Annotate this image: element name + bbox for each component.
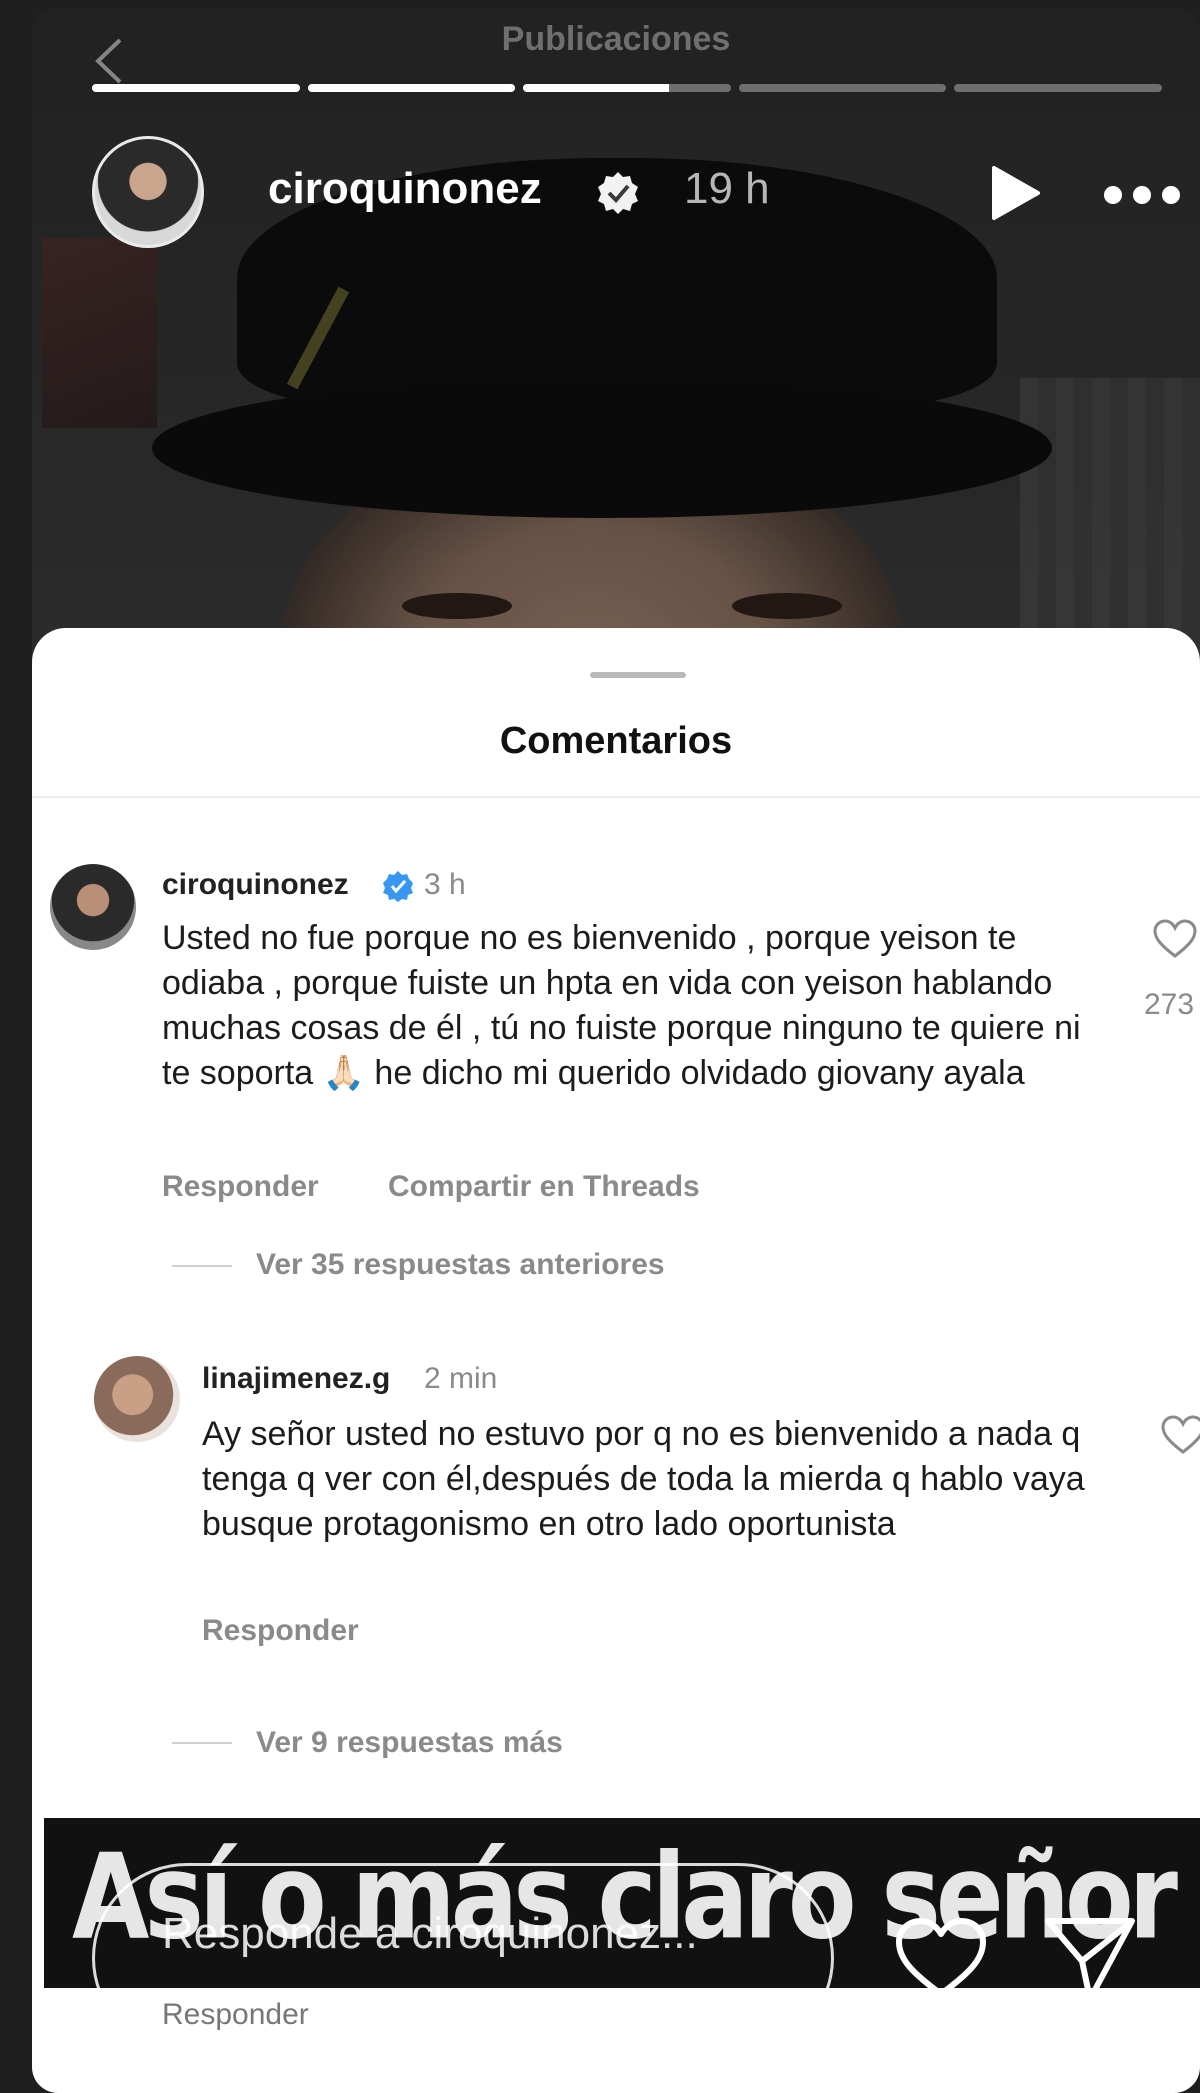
story-progress [92, 84, 1162, 92]
verified-badge-icon [383, 871, 413, 902]
faint-page-title: Publicaciones [501, 20, 731, 58]
story-header: ciroquinonez 19 h [92, 136, 1180, 256]
back-arrow-icon[interactable] [90, 36, 130, 86]
heart-icon[interactable] [1160, 1414, 1200, 1456]
reply-placeholder: Responde a ciroquinonez... [162, 1909, 698, 1958]
progress-segment [523, 84, 731, 92]
avatar[interactable] [92, 136, 204, 248]
story-time: 19 h [684, 164, 770, 213]
comment-text: Ay señor usted no estuvo por q no es bie… [202, 1415, 1085, 1543]
share-threads-button[interactable]: Compartir en Threads [388, 1170, 700, 1204]
progress-segment [307, 84, 516, 92]
comment-username[interactable]: linajimenez.g [202, 1362, 390, 1396]
progress-segment [92, 84, 300, 92]
divider [32, 796, 1200, 798]
sheet-title: Comentarios [499, 720, 733, 762]
progress-fill [523, 84, 669, 92]
heart-icon[interactable] [894, 1916, 988, 2000]
like-count: 273 [1144, 988, 1195, 1021]
comment-time: 3 h [424, 868, 466, 901]
avatar[interactable] [50, 864, 136, 950]
reply-button[interactable]: Responder [202, 1614, 359, 1648]
sheet-grab-handle[interactable] [590, 672, 686, 678]
verified-badge-icon [598, 172, 638, 214]
progress-segment [738, 84, 947, 92]
progress-fill [92, 84, 300, 92]
thread-line [172, 1265, 232, 1267]
reply-button[interactable]: Responder [162, 1170, 319, 1204]
view-replies-button[interactable]: Ver 9 respuestas más [256, 1726, 563, 1760]
more-dots-icon[interactable] [1102, 184, 1182, 206]
progress-segment [954, 84, 1162, 92]
comment-username[interactable]: ciroquinonez [162, 868, 349, 902]
story-username[interactable]: ciroquinonez [268, 164, 542, 214]
thread-line [172, 1742, 232, 1744]
send-icon[interactable] [1042, 1913, 1138, 2005]
comment-time: 2 min [424, 1362, 498, 1395]
progress-fill [307, 84, 516, 92]
story-viewer: Publicaciones ciroquinonez 19 h Comentar… [32, 8, 1200, 2093]
avatar[interactable] [94, 1356, 180, 1442]
heart-icon[interactable] [1152, 918, 1198, 960]
play-icon[interactable] [986, 164, 1042, 222]
comment-text: Usted no fue porque no es bienvenido , p… [162, 919, 1081, 1092]
view-replies-button[interactable]: Ver 35 respuestas anteriores [256, 1248, 665, 1282]
